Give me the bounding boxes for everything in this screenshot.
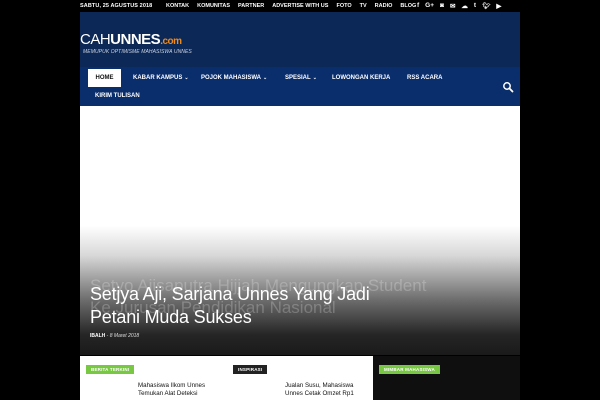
facebook-icon[interactable]: f (417, 2, 419, 10)
category-badge[interactable]: INSPIRASI (233, 365, 268, 374)
top-menu-radio[interactable]: RADIO (375, 3, 393, 9)
search-icon[interactable] (502, 81, 514, 93)
top-menu: KONTAK KOMUNITAS PARTNER ADVERTISE WITH … (166, 3, 416, 9)
nav-label: SPESIAL (285, 75, 311, 81)
post-date: 8 Maret 2018 (109, 333, 140, 339)
headline-line-1: Setjya Aji, Sarjana Unnes Yang Jadi (90, 284, 370, 304)
category-badge[interactable]: MIMBAR MAHASISWA (379, 365, 440, 374)
site-header: CAHUNNES.com MEMUPUK OPTIMISME MAHASISWA… (80, 12, 520, 67)
nav-pojok-mahasiswa[interactable]: POJOK MAHASISWA ⌄ (201, 75, 267, 81)
featured-headline[interactable]: Setjya Aji, Sarjana Unnes Yang Jadi Peta… (90, 283, 370, 329)
top-menu-partner[interactable]: PARTNER (238, 3, 264, 9)
top-menu-foto[interactable]: FOTO (336, 3, 351, 9)
nav-spesial[interactable]: SPESIAL ⌄ (285, 75, 317, 81)
featured-slider[interactable]: Setyo Ajisaputra Hijjah Mengungkap Stude… (80, 106, 520, 355)
instagram-icon[interactable]: ◙ (440, 2, 444, 10)
main-nav: HOME KABAR KAMPUS ⌄ POJOK MAHASISWA ⌄ SPES… (80, 67, 520, 106)
category-strip: BERITA TERKINI Mahasiswa Ilkom Unnes Tem… (80, 356, 520, 400)
post-title[interactable]: Mahasiswa Ilkom Unnes Temukan Alat Detek… (138, 382, 222, 398)
category-column-mimbar: MIMBAR MAHASISWA (373, 356, 520, 400)
soundcloud-icon[interactable]: ☁ (461, 2, 468, 10)
post-thumbnail[interactable] (233, 378, 279, 400)
headline-line-2: Petani Muda Sukses (90, 307, 252, 327)
chevron-down-icon: ⌄ (184, 75, 189, 81)
category-column-inspirasi: INSPIRASI Jualan Susu, Mahasiswa Unnes C… (227, 356, 373, 400)
page-side-left (0, 12, 80, 400)
chevron-down-icon: ⌄ (312, 75, 317, 81)
nav-kabar-kampus[interactable]: KABAR KAMPUS ⌄ (133, 75, 189, 81)
nav-rss-acara[interactable]: RSS ACARA (407, 75, 442, 81)
logo-suffix: .com (160, 36, 182, 47)
top-menu-komunitas[interactable]: KOMUNITAS (197, 3, 230, 9)
nav-home[interactable]: HOME (88, 69, 121, 87)
chevron-down-icon: ⌄ (263, 75, 268, 81)
nav-lowongan-kerja[interactable]: LOWONGAN KERJA (332, 75, 390, 81)
top-bar: SABTU, 25 AGUSTUS 2018 KONTAK KOMUNITAS … (0, 0, 600, 12)
site-logo[interactable]: CAHUNNES.com (80, 31, 182, 48)
top-menu-kontak[interactable]: KONTAK (166, 3, 189, 9)
category-column-berita: BERITA TERKINI Mahasiswa Ilkom Unnes Tem… (80, 356, 227, 400)
post-title[interactable]: Jualan Susu, Mahasiswa Unnes Cetak Omzet… (285, 382, 369, 398)
post-author[interactable]: IBALH (90, 333, 105, 339)
top-menu-blog[interactable]: BLOG (400, 3, 416, 9)
logo-main: UNNES (110, 31, 161, 48)
site-tagline: MEMUPUK OPTIMISME MAHASISWA UNNES (83, 49, 192, 55)
post-thumbnail[interactable] (86, 378, 132, 400)
category-badge[interactable]: BERITA TERKINI (86, 365, 135, 374)
twitter-icon[interactable]: 🐦︎ (482, 2, 490, 10)
nav-kirim-tulisan[interactable]: KIRIM TULISAN (95, 93, 140, 99)
social-icons: f G+ ◙ ✉ ☁ t 🐦︎ ▶ (417, 2, 501, 10)
google-plus-icon[interactable]: G+ (425, 2, 434, 10)
logo-prefix: CAH (80, 31, 111, 48)
post-meta: IBALH - 8 Maret 2018 (90, 333, 139, 339)
nav-label: KABAR KAMPUS (133, 75, 183, 81)
top-menu-advertise[interactable]: ADVERTISE WITH US (272, 3, 328, 9)
nav-label: POJOK MAHASISWA (201, 75, 262, 81)
tumblr-icon[interactable]: t (474, 2, 476, 10)
youtube-icon[interactable]: ▶ (496, 2, 501, 10)
email-icon[interactable]: ✉ (450, 2, 455, 10)
current-date: SABTU, 25 AGUSTUS 2018 (80, 3, 153, 9)
page-side-right (520, 12, 600, 400)
top-menu-tv[interactable]: TV (360, 3, 367, 9)
